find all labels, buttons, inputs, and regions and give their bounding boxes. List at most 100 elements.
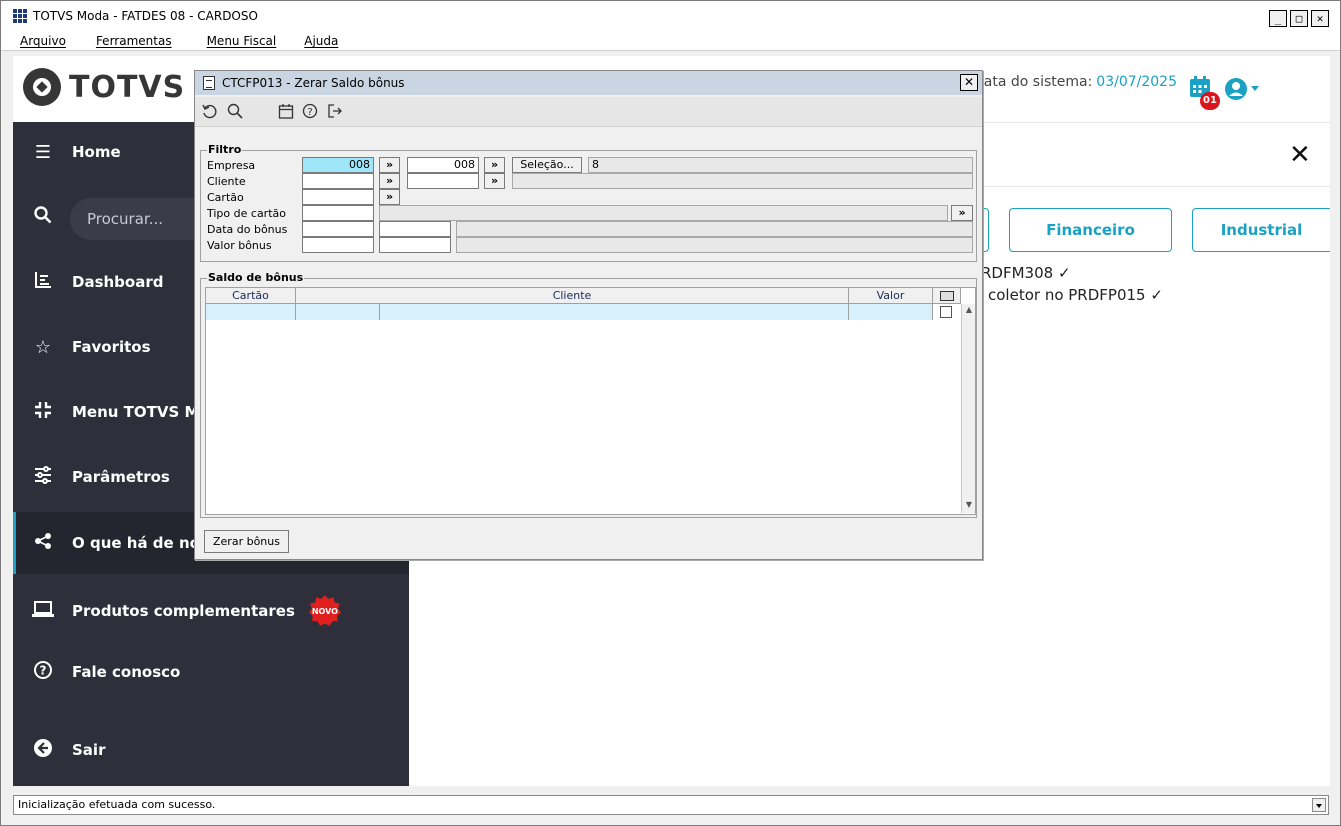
close-panel-button[interactable]: ✕ <box>1289 140 1311 170</box>
menu-ajuda[interactable]: Ajuda <box>304 31 338 50</box>
tile-industrial[interactable]: Industrial <box>1192 208 1330 252</box>
sidebar-item-label: Dashboard <box>72 273 164 291</box>
cliente-label: Cliente <box>207 175 246 188</box>
sidebar-item-label: Parâmetros <box>72 468 170 486</box>
column-header-cliente[interactable]: Cliente <box>296 288 849 304</box>
window-title: TOTVS Moda - FATDES 08 - CARDOSO <box>33 9 258 23</box>
sidebar-item-label: Fale conosco <box>72 663 181 681</box>
calendar-badge: 01 <box>1200 92 1220 110</box>
dialog-toolbar: ? <box>195 97 982 127</box>
row-checkbox[interactable] <box>940 306 952 318</box>
empresa-from-input[interactable]: 008 <box>302 157 374 173</box>
valor-bonus-label: Valor bônus <box>207 239 272 252</box>
valor-bonus-from-input[interactable] <box>302 237 374 253</box>
saldo-legend: Saldo de bônus <box>207 271 305 284</box>
chart-icon <box>32 271 54 294</box>
sidebar-item-label: Sair <box>72 741 106 759</box>
cliente-to-lookup-button[interactable]: » <box>484 173 505 189</box>
main-window: TOTVS Moda - FATDES 08 - CARDOSO _ □ ✕ A… <box>0 0 1341 826</box>
menu-ferramentas[interactable]: Ferramentas <box>96 31 172 50</box>
sidebar-item-sair[interactable]: Sair <box>13 720 409 780</box>
column-header-valor[interactable]: Valor <box>849 288 933 304</box>
compress-icon <box>32 401 54 424</box>
selecao-button[interactable]: Seleção... <box>512 157 582 173</box>
sidebar-item-label: Favoritos <box>72 338 151 356</box>
system-date-area: Data do sistema: 03/07/2025 <box>973 74 1177 90</box>
tipo-cartao-input[interactable] <box>302 205 374 221</box>
column-header-cartao[interactable]: Cartão <box>206 288 296 304</box>
help-icon[interactable]: ? <box>301 103 319 121</box>
cartao-input[interactable] <box>302 189 374 205</box>
cartao-lookup-button[interactable]: » <box>379 189 400 205</box>
user-menu-caret-icon[interactable] <box>1251 86 1259 91</box>
sidebar-item-fale-conosco[interactable]: ? Fale conosco <box>13 642 409 702</box>
saldo-bonus-group: Saldo de bônus Cartão Cliente Valor ▲ ▼ <box>200 271 977 518</box>
close-window-button[interactable]: ✕ <box>1311 10 1329 27</box>
empresa-to-input[interactable]: 008 <box>407 157 479 173</box>
data-bonus-from-input[interactable] <box>302 221 374 237</box>
star-icon: ☆ <box>34 336 52 358</box>
cliente-to-input[interactable] <box>407 173 479 189</box>
window-titlebar[interactable]: TOTVS Moda - FATDES 08 - CARDOSO _ □ ✕ <box>1 1 1340 31</box>
vertical-scrollbar[interactable]: ▲ ▼ <box>961 304 975 513</box>
menu-arquivo[interactable]: Arquivo <box>20 31 66 50</box>
help-icon: ? <box>32 660 54 684</box>
data-bonus-label: Data do bônus <box>207 223 288 236</box>
grid-cell-cartao[interactable] <box>206 304 296 320</box>
zerar-bonus-button[interactable]: Zerar bônus <box>204 530 289 553</box>
minimize-button[interactable]: _ <box>1269 10 1287 27</box>
calendar-icon[interactable] <box>277 103 295 121</box>
dialog-title: CTCFP013 - Zerar Saldo bônus <box>222 76 405 90</box>
data-bonus-to-input[interactable] <box>379 221 451 237</box>
laptop-icon <box>32 600 54 623</box>
app-icon <box>13 9 27 23</box>
grid-cell-cliente-code[interactable] <box>296 304 380 320</box>
exit-icon <box>32 738 54 762</box>
menu-fiscal[interactable]: Menu Fiscal <box>207 31 277 50</box>
sliders-icon <box>32 465 54 489</box>
share-icon <box>32 532 54 555</box>
status-dropdown-icon[interactable] <box>1312 798 1326 812</box>
valor-bonus-extra <box>456 237 973 253</box>
svg-text:?: ? <box>40 663 47 677</box>
svg-text:?: ? <box>307 107 312 118</box>
totvs-logo[interactable]: TOTVS <box>23 68 185 106</box>
totvs-logo-icon <box>23 68 61 106</box>
tipo-cartao-label: Tipo de cartão <box>207 207 286 220</box>
valor-bonus-to-input[interactable] <box>379 237 451 253</box>
system-date-label: Data do sistema: <box>973 74 1093 90</box>
grid-cell-valor[interactable] <box>849 304 933 320</box>
dialog-titlebar[interactable]: CTCFP013 - Zerar Saldo bônus ✕ <box>195 71 982 95</box>
filtro-group: Filtro Empresa Cliente Cartão Tipo de ca… <box>200 143 977 262</box>
news-line: RDFM308 ✓ <box>981 264 1071 282</box>
novo-badge: NOVO <box>307 593 343 629</box>
dialog-close-button[interactable]: ✕ <box>960 74 978 91</box>
empresa-from-lookup-button[interactable]: » <box>379 157 400 173</box>
sidebar-item-produtos[interactable]: Produtos complementares NOVO <box>13 581 409 641</box>
tile-financeiro[interactable]: Financeiro <box>1009 208 1172 252</box>
maximize-button[interactable]: □ <box>1290 10 1308 27</box>
undo-icon[interactable] <box>201 103 219 121</box>
tipo-cartao-lookup-button[interactable]: » <box>951 205 973 221</box>
cliente-description <box>512 173 973 189</box>
column-header-select-all[interactable] <box>933 288 961 304</box>
scroll-down-icon[interactable]: ▼ <box>963 499 975 511</box>
tipo-cartao-description <box>379 205 948 221</box>
exit-icon[interactable] <box>326 103 344 121</box>
cliente-from-input[interactable] <box>302 173 374 189</box>
logo-text: TOTVS <box>69 69 186 105</box>
cartao-label: Cartão <box>207 191 244 204</box>
search-icon[interactable] <box>226 103 244 121</box>
system-date: 03/07/2025 <box>1096 74 1177 90</box>
sidebar-item-label: Produtos complementares <box>72 602 295 620</box>
scroll-up-icon[interactable]: ▲ <box>963 304 975 316</box>
cliente-from-lookup-button[interactable]: » <box>379 173 400 189</box>
grid-cell-cliente-name[interactable] <box>380 304 849 320</box>
user-avatar-icon[interactable] <box>1225 78 1247 100</box>
saldo-grid: Cartão Cliente Valor ▲ ▼ <box>205 287 976 515</box>
data-bonus-extra <box>456 221 973 237</box>
menubar: Arquivo Ferramentas Menu Fiscal Ajuda <box>1 31 1340 51</box>
empresa-to-lookup-button[interactable]: » <box>484 157 505 173</box>
selecao-value: 8 <box>588 157 973 173</box>
empresa-label: Empresa <box>207 159 256 172</box>
